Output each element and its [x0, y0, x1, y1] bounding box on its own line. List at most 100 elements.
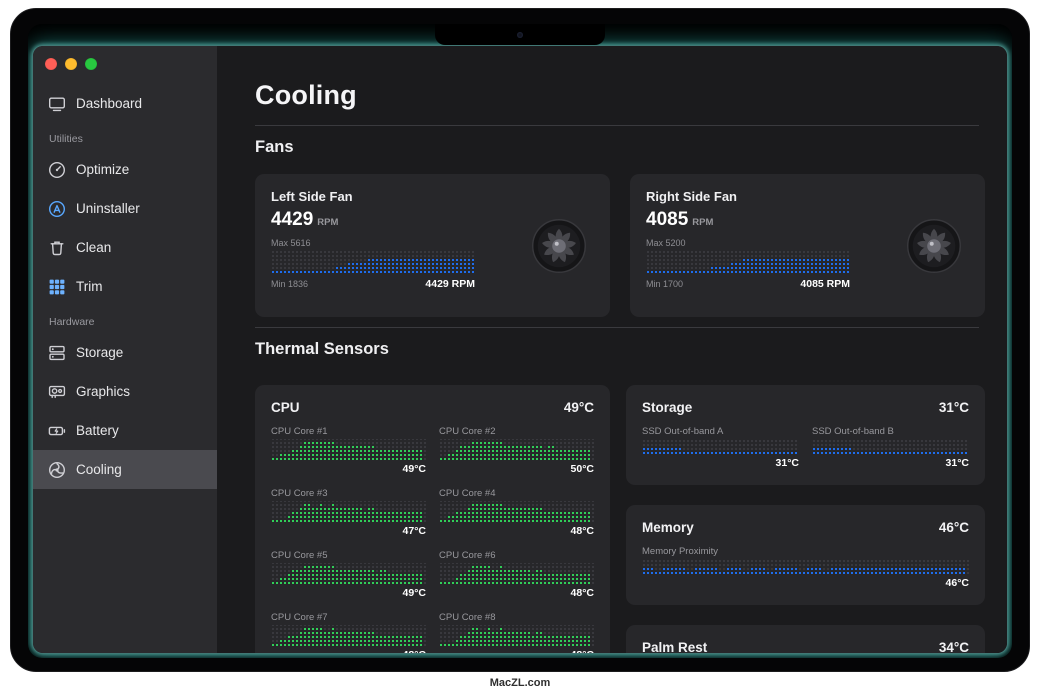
sensor-value: 49°C: [271, 587, 426, 600]
sensor-value: 49°C: [271, 463, 426, 476]
thermal-card-value: 31°C: [939, 399, 969, 416]
gauge-icon: [47, 160, 67, 180]
thermal-card-title: Palm Rest: [642, 639, 707, 653]
sidebar-item-label: Dashboard: [76, 96, 142, 111]
sensor: CPU Core #7 48°C: [271, 612, 426, 653]
sidebar-item-graphics[interactable]: Graphics: [33, 372, 217, 411]
sidebar-item-label: Battery: [76, 423, 119, 438]
sensor-grid: SSD Out-of-band A31°CSSD Out-of-band B31…: [642, 426, 969, 470]
history-chart: [271, 250, 475, 274]
sensor-value: 48°C: [439, 525, 594, 538]
battery-icon: [47, 421, 67, 441]
sidebar-item-label: Cooling: [76, 462, 122, 477]
fans-row: Left Side Fan4429RPMMax 5616Min 18364429…: [255, 174, 979, 317]
page-title: Cooling: [255, 80, 979, 111]
thermal-column-right: Storage31°CSSD Out-of-band A31°CSSD Out-…: [626, 385, 985, 653]
sidebar-item-optimize[interactable]: Optimize: [33, 150, 217, 189]
history-chart: [439, 439, 594, 461]
sensor-name: CPU Core #1: [271, 426, 426, 437]
sensor-name: CPU Core #3: [271, 488, 426, 499]
thermal-card-header: Storage 31°C: [642, 399, 969, 416]
sensor-grid: CPU Core #149°CCPU Core #250°CCPU Core #…: [271, 426, 594, 653]
sidebar-item-cooling[interactable]: Cooling: [33, 450, 217, 489]
app-window: Dashboard Utilities Optimize Uninstaller Cle…: [32, 45, 1008, 654]
fan-current-label: 4429 RPM: [425, 278, 475, 290]
thermal-card-storage: Storage31°CSSD Out-of-band A31°CSSD Out-…: [626, 385, 985, 485]
fan-card: Right Side Fan4085RPMMax 5200Min 1700408…: [630, 174, 985, 317]
thermal-card-cpu: CPU49°CCPU Core #149°CCPU Core #250°CCPU…: [255, 385, 610, 653]
fan-icon: [47, 460, 67, 480]
fan-minrow: Min 17004085 RPM: [646, 278, 850, 290]
sidebar-item-label: Clean: [76, 240, 111, 255]
divider: [255, 125, 979, 126]
thermal-card-title: CPU: [271, 399, 300, 416]
sensor-value: 48°C: [439, 587, 594, 600]
main-content: Cooling Fans Left Side Fan4429RPMMax 561…: [217, 46, 1007, 653]
sensor: Memory Proximity 46°C: [642, 546, 969, 590]
sidebar-item-battery[interactable]: Battery: [33, 411, 217, 450]
fan-rpm-unit: RPM: [317, 217, 338, 228]
sensor-value: 48°C: [271, 649, 426, 653]
laptop-frame: Dashboard Utilities Optimize Uninstaller Cle…: [10, 8, 1030, 672]
sidebar-section-label: Utilities: [33, 123, 217, 150]
screen: Dashboard Utilities Optimize Uninstaller Cle…: [28, 24, 1012, 658]
server-icon: [47, 343, 67, 363]
thermal-card-header: Palm Rest34°C: [642, 639, 969, 653]
sidebar-item-label: Trim: [76, 279, 103, 294]
zoom-button[interactable]: [85, 58, 97, 70]
notch: [435, 24, 605, 45]
thermal-card-title: Storage: [642, 399, 692, 416]
thermal-card-value: 49°C: [564, 399, 594, 416]
thermal-card-title: Memory: [642, 519, 694, 536]
watermark: MacZL.com: [0, 677, 1040, 689]
sensor-value: 31°C: [812, 457, 969, 470]
sensor-name: SSD Out-of-band B: [812, 426, 969, 437]
thermal-card-header: Memory46°C: [642, 519, 969, 536]
sidebar-nav: Dashboard Utilities Optimize Uninstaller Cle…: [33, 84, 217, 489]
close-button[interactable]: [45, 58, 57, 70]
fan-rpm-unit: RPM: [692, 217, 713, 228]
sensor-value: 50°C: [439, 463, 594, 476]
history-chart: [271, 625, 426, 647]
thermal-column-left: CPU49°CCPU Core #149°CCPU Core #250°CCPU…: [255, 385, 610, 653]
fan-card: Left Side Fan4429RPMMax 5616Min 18364429…: [255, 174, 610, 317]
sensor-name: CPU Core #8: [439, 612, 594, 623]
sidebar-item-trim[interactable]: Trim: [33, 267, 217, 306]
camera-dot: [517, 32, 523, 38]
minimize-button[interactable]: [65, 58, 77, 70]
display-icon: [47, 94, 67, 114]
sensor: CPU Core #1 49°C: [271, 426, 426, 476]
sensor: CPU Core #3 47°C: [271, 488, 426, 538]
sidebar-item-uninstaller[interactable]: Uninstaller: [33, 189, 217, 228]
sensor-name: CPU Core #7: [271, 612, 426, 623]
appstore-icon: [47, 199, 67, 219]
sidebar-item-dashboard[interactable]: Dashboard: [33, 84, 217, 123]
history-chart: [642, 559, 969, 575]
sidebar-item-storage[interactable]: Storage: [33, 333, 217, 372]
history-chart: [271, 439, 426, 461]
gpu-icon: [47, 382, 67, 402]
sidebar-item-label: Optimize: [76, 162, 129, 177]
sensor-name: Memory Proximity: [642, 546, 969, 557]
history-chart: [271, 501, 426, 523]
sidebar: Dashboard Utilities Optimize Uninstaller Cle…: [33, 46, 217, 653]
sensor-grid: Memory Proximity 46°C: [642, 546, 969, 590]
thermal-grid: CPU49°CCPU Core #149°CCPU Core #250°CCPU…: [255, 385, 979, 653]
sidebar-item-clean[interactable]: Clean: [33, 228, 217, 267]
sensor-name: CPU Core #4: [439, 488, 594, 499]
sensor: SSD Out-of-band B 31°C: [812, 426, 969, 470]
fan-name: Right Side Fan: [646, 189, 969, 204]
sensor-value: 31°C: [642, 457, 799, 470]
sensor: CPU Core #5 49°C: [271, 550, 426, 600]
fan-name: Left Side Fan: [271, 189, 594, 204]
sensor-value: 47°C: [271, 525, 426, 538]
fan-rpm-value: 4429: [271, 209, 313, 230]
fan-rpm-value: 4085: [646, 209, 688, 230]
history-chart: [439, 563, 594, 585]
sensor-value: 46°C: [642, 577, 969, 590]
sensor: CPU Core #648°C: [439, 550, 594, 600]
thermal-heading: Thermal Sensors: [255, 340, 979, 359]
sidebar-item-label: Storage: [76, 345, 123, 360]
fan-icon: [530, 217, 588, 275]
sensor-name: CPU Core #5: [271, 550, 426, 561]
